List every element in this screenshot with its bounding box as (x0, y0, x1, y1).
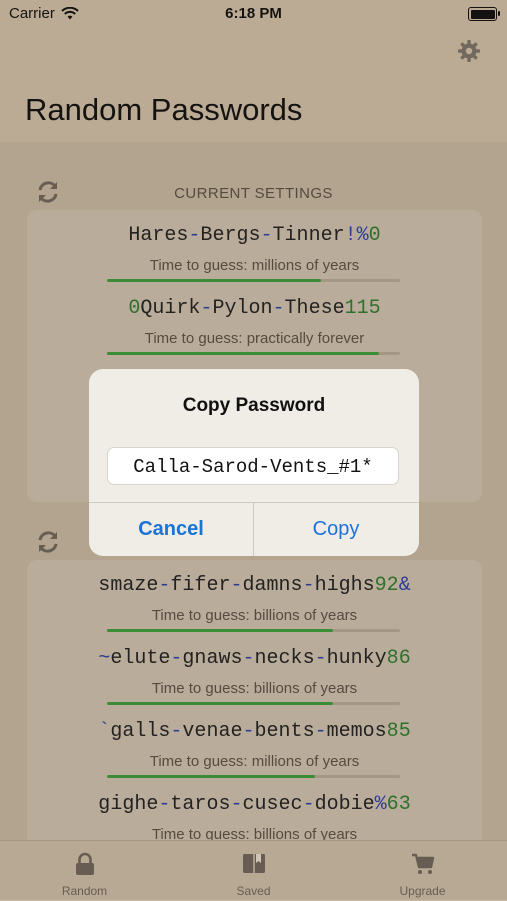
cancel-button[interactable]: Cancel (89, 503, 253, 556)
copy-password-dialog: Copy Password Calla-Sarod-Vents_#1* Canc… (89, 369, 419, 556)
copy-button[interactable]: Copy (254, 503, 418, 556)
password-field[interactable]: Calla-Sarod-Vents_#1* (107, 447, 399, 485)
dialog-title: Copy Password (182, 395, 326, 416)
